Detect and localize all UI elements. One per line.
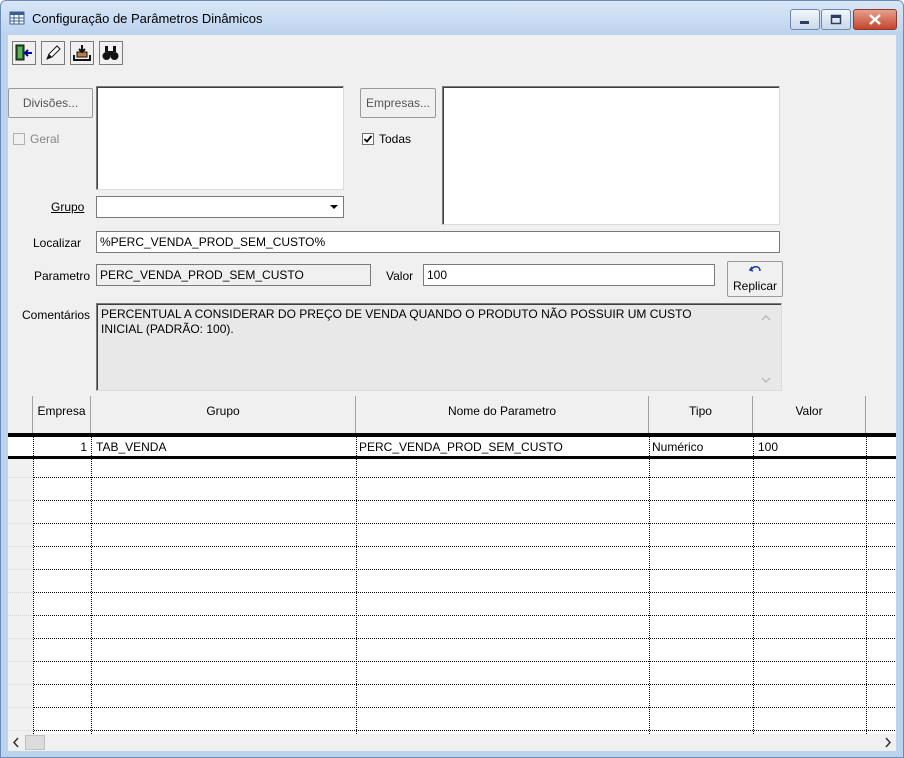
scroll-right-icon[interactable] [880, 734, 896, 751]
binoculars-icon [102, 46, 119, 60]
grid-lines [8, 437, 896, 734]
save-button[interactable] [70, 41, 94, 65]
geral-checkbox[interactable] [13, 133, 25, 145]
grupo-select[interactable] [96, 196, 344, 218]
table-icon [9, 11, 25, 25]
divisoes-list[interactable] [96, 86, 344, 190]
geral-label: Geral [30, 132, 60, 146]
scroll-down-icon[interactable] [761, 376, 771, 384]
valor-label: Valor [386, 269, 414, 283]
todas-label: Todas [379, 132, 412, 146]
row-header-column [8, 459, 33, 734]
scroll-left-icon[interactable] [8, 734, 24, 751]
scroll-up-icon[interactable] [761, 314, 771, 322]
comentarios-label: Comentários [22, 308, 91, 322]
minimize-button[interactable] [790, 9, 820, 30]
close-button[interactable] [853, 9, 897, 30]
minimize-icon [800, 21, 809, 24]
replicar-label: Replicar [732, 279, 777, 293]
comentarios-text: PERCENTUAL A CONSIDERAR DO PREÇO DE VEND… [101, 307, 692, 336]
valor-input[interactable]: 100 [423, 264, 715, 286]
grupo-label: Grupo [51, 200, 84, 214]
scroll-thumb[interactable] [25, 735, 45, 750]
undo-arrow-icon [748, 265, 761, 272]
todas-checkbox[interactable] [362, 133, 374, 145]
find-button[interactable] [99, 41, 123, 65]
localizar-label: Localizar [33, 236, 82, 250]
horizontal-scrollbar[interactable] [8, 734, 896, 751]
save-tray-icon [73, 45, 91, 61]
chevron-down-icon [330, 205, 338, 209]
empresas-list[interactable] [442, 86, 780, 225]
close-icon [869, 14, 881, 25]
exit-door-icon [15, 44, 32, 61]
localizar-input[interactable]: %PERC_VENDA_PROD_SEM_CUSTO% [96, 231, 780, 253]
checkmark-icon [363, 135, 373, 143]
maximize-button[interactable] [821, 9, 851, 30]
comentarios-textarea[interactable]: PERCENTUAL A CONSIDERAR DO PREÇO DE VEND… [96, 303, 782, 391]
parametro-field: PERC_VENDA_PROD_SEM_CUSTO [96, 264, 371, 286]
maximize-icon [830, 14, 842, 25]
divisoes-button[interactable]: Divisões... [8, 88, 93, 118]
window-title: Configuração de Parâmetros Dinâmicos [32, 11, 263, 26]
pencil-icon [46, 45, 61, 60]
parametro-label: Parametro [34, 269, 91, 283]
grupo-label-text: Grupo [51, 200, 85, 214]
form-client-area: Divisões... Geral Empresas... Todas Grup… [8, 35, 896, 751]
parameters-grid[interactable]: Empresa Grupo Nome do Parametro Tipo Val… [8, 396, 896, 734]
exit-button[interactable] [12, 41, 36, 65]
replicar-button[interactable]: Replicar [727, 261, 783, 297]
empresas-button[interactable]: Empresas... [360, 88, 436, 118]
edit-button[interactable] [41, 41, 65, 65]
app-window: Configuração de Parâmetros Dinâmicos Div… [0, 0, 904, 758]
title-bar[interactable]: Configuração de Parâmetros Dinâmicos [1, 1, 903, 35]
